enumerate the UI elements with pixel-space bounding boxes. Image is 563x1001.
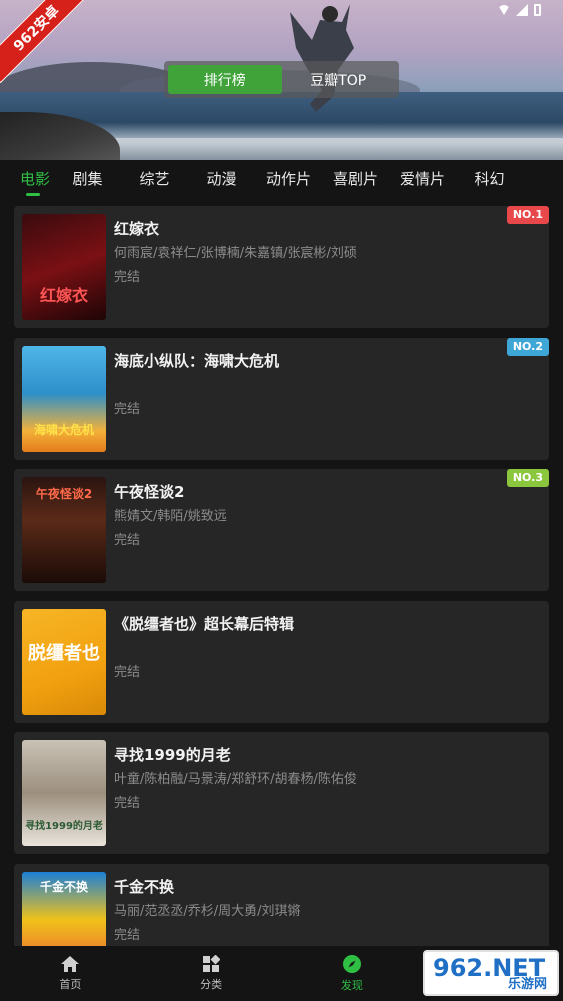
tab-scifi[interactable]: 科幻 xyxy=(456,160,523,204)
movie-title: 千金不换 xyxy=(114,877,175,896)
poster-title: 寻找1999的月老 xyxy=(25,821,103,832)
movie-cast: 叶童/陈柏融/马景涛/郑舒环/胡春杨/陈佑俊 xyxy=(114,772,357,787)
movie-cast: 马丽/范丞丞/乔杉/周大勇/刘琪锵 xyxy=(114,903,301,919)
rank-badge: NO.3 xyxy=(506,469,549,487)
tab-comedy[interactable]: 喜剧片 xyxy=(322,160,389,204)
list-item[interactable]: 午夜怪谈2 午夜怪谈2 熊婧文/韩陌/姚致远 完结 NO.3 xyxy=(14,469,549,591)
poster-title: 海啸大危机 xyxy=(33,422,94,437)
list-item[interactable]: 脱缰者也 《脱缰者也》超长幕后特辑 完结 xyxy=(14,600,549,723)
rank-source-toggle: 排行榜 豆瓣TOP xyxy=(164,61,399,98)
movie-poster: 海啸大危机 xyxy=(22,345,106,452)
nav-home[interactable]: 首页 xyxy=(0,946,141,1001)
signal-icon xyxy=(516,4,528,16)
watermark-sub: 乐游网 xyxy=(507,977,547,992)
poster-title: 午夜怪谈2 xyxy=(35,487,93,501)
movie-status: 完结 xyxy=(114,796,141,811)
list-item[interactable]: 海啸大危机 海底小纵队：海啸大危机 完结 NO.2 xyxy=(14,337,549,460)
header-banner: 962安卓 排行榜 豆瓣TOP xyxy=(0,0,563,160)
category-icon xyxy=(203,955,221,972)
banner-shore xyxy=(80,138,563,160)
movie-poster: 脱缰者也 xyxy=(22,608,106,715)
toggle-douban-top[interactable]: 豆瓣TOP xyxy=(282,65,396,94)
movie-status: 完结 xyxy=(114,927,141,943)
movie-status: 完结 xyxy=(114,270,141,285)
movie-poster: 午夜怪谈2 xyxy=(22,477,106,583)
movie-poster: 红嫁衣 xyxy=(22,214,106,320)
movie-status: 完结 xyxy=(114,664,141,680)
tab-romance[interactable]: 爱情片 xyxy=(389,160,456,204)
tab-variety[interactable]: 综艺 xyxy=(121,160,188,204)
list-item[interactable]: 寻找1999的月老 寻找1999的月老 叶童/陈柏融/马景涛/郑舒环/胡春杨/陈… xyxy=(14,732,549,854)
movie-title: 寻找1999的月老 xyxy=(114,746,231,764)
compass-icon xyxy=(342,955,361,973)
poster-title: 红嫁衣 xyxy=(39,286,88,305)
jumping-person-image xyxy=(290,4,354,112)
movie-status: 完结 xyxy=(114,533,141,548)
list-item[interactable]: 千金不换 千金不换 马丽/范丞丞/乔杉/周大勇/刘琪锵 完结 xyxy=(14,863,549,946)
nav-label: 发现 xyxy=(340,979,363,992)
list-item[interactable]: 红嫁衣 红嫁衣 何雨宸/袁祥仁/张博楠/朱嘉镇/张宸彬/刘硕 完结 NO.1 xyxy=(14,206,549,328)
poster-title: 脱缰者也 xyxy=(28,642,100,664)
movie-status: 完结 xyxy=(114,401,141,417)
rank-badge: NO.1 xyxy=(506,206,549,224)
movie-title: 午夜怪谈2 xyxy=(114,483,185,501)
rank-badge: NO.2 xyxy=(506,337,549,356)
nav-discover[interactable]: 发现 xyxy=(282,946,423,1001)
home-icon xyxy=(61,956,80,972)
site-watermark-logo: 962.NET 乐游网 xyxy=(423,950,559,996)
tab-movie[interactable]: 电影 xyxy=(0,160,54,204)
poster-title: 千金不换 xyxy=(39,879,88,894)
nav-label: 分类 xyxy=(200,978,223,991)
movie-poster: 寻找1999的月老 xyxy=(22,740,106,846)
status-bar xyxy=(498,4,541,16)
nav-label: 首页 xyxy=(59,978,82,991)
movie-title: 《脱缰者也》超长幕后特辑 xyxy=(114,614,295,633)
tab-action[interactable]: 动作片 xyxy=(255,160,322,204)
category-tabs: 电影 剧集 综艺 动漫 动作片 喜剧片 爱情片 科幻 xyxy=(0,160,563,204)
movie-title: 海底小纵队：海啸大危机 xyxy=(114,351,280,370)
tab-anime[interactable]: 动漫 xyxy=(188,160,255,204)
movie-poster: 千金不换 xyxy=(22,871,106,946)
ranking-list: 红嫁衣 红嫁衣 何雨宸/袁祥仁/张博楠/朱嘉镇/张宸彬/刘硕 完结 NO.1 海… xyxy=(14,206,549,946)
movie-title: 红嫁衣 xyxy=(114,220,160,238)
tab-series[interactable]: 剧集 xyxy=(54,160,121,204)
battery-icon xyxy=(534,4,541,16)
toggle-ranking[interactable]: 排行榜 xyxy=(168,65,282,94)
nav-category[interactable]: 分类 xyxy=(141,946,282,1001)
wifi-icon xyxy=(498,5,510,15)
movie-cast: 何雨宸/袁祥仁/张博楠/朱嘉镇/张宸彬/刘硕 xyxy=(114,246,357,261)
movie-cast: 熊婧文/韩陌/姚致远 xyxy=(114,509,227,524)
